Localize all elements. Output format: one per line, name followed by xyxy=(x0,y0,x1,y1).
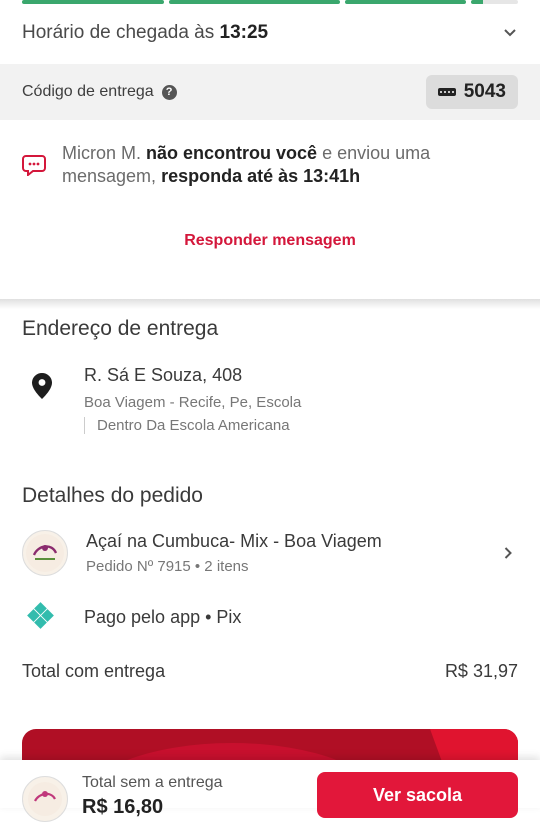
driver-message-notice: Micron M. não encontrou você e enviou um… xyxy=(22,142,518,188)
order-progress-bar xyxy=(22,0,519,4)
store-logo xyxy=(22,776,68,822)
reply-message-link[interactable]: Responder mensagem xyxy=(0,232,540,250)
store-order-row[interactable]: Açaí na Cumbuca- Mix - Boa Viagem Pedido… xyxy=(22,530,518,576)
delivery-code-badge: 5043 xyxy=(425,75,518,109)
store-logo xyxy=(22,530,68,576)
help-icon[interactable]: ? xyxy=(161,84,177,100)
payment-method-row: Pago pelo app • Pix xyxy=(22,600,518,634)
delivery-code-label: Código de entrega ? xyxy=(22,83,177,101)
delivery-code-value: 5043 xyxy=(463,81,506,102)
arrival-time-text: Horário de chegada às 13:25 xyxy=(22,22,269,43)
view-bag-button[interactable]: Ver sacola xyxy=(317,772,518,818)
delivery-address-title: Endereço de entrega xyxy=(22,317,219,340)
progress-step xyxy=(471,0,519,4)
chevron-down-icon[interactable] xyxy=(502,25,518,41)
store-name: Açaí na Cumbuca- Mix - Boa Viagem xyxy=(86,531,382,551)
bag-total-label: Total sem a entrega xyxy=(82,774,223,791)
order-total-row: Total com entrega R$ 31,97 xyxy=(22,661,518,682)
location-pin-icon xyxy=(22,364,62,434)
total-value: R$ 31,97 xyxy=(444,661,518,681)
address-street: R. Sá E Souza, 408 xyxy=(84,365,243,385)
delivery-address: R. Sá E Souza, 408 Boa Viagem - Recife, … xyxy=(22,364,518,434)
total-label: Total com entrega xyxy=(22,661,166,681)
pix-icon xyxy=(22,600,62,634)
bag-summary-bar: Total sem a entrega R$ 16,80 Ver sacola xyxy=(0,760,540,822)
address-area: Boa Viagem - Recife, Pe, Escola xyxy=(84,394,302,411)
arrival-time-row[interactable]: Horário de chegada às 13:25 xyxy=(22,18,518,48)
delivery-code-bar: Código de entrega ? 5043 xyxy=(0,64,540,120)
order-number: Pedido Nº 7915 • 2 itens xyxy=(86,558,249,575)
driver-message-text: Micron M. não encontrou você e enviou um… xyxy=(62,143,431,186)
divider xyxy=(0,299,540,309)
address-complement: Dentro Da Escola Americana xyxy=(84,417,301,434)
progress-step xyxy=(22,0,165,4)
order-details-title: Detalhes do pedido xyxy=(22,484,203,507)
chat-bubble-icon xyxy=(22,155,46,176)
keypad-icon xyxy=(437,88,456,96)
progress-step xyxy=(345,0,467,4)
progress-step xyxy=(169,0,341,4)
payment-method-text: Pago pelo app • Pix xyxy=(84,606,242,627)
arrival-time-value: 13:25 xyxy=(219,22,269,43)
chevron-right-icon xyxy=(504,542,518,565)
